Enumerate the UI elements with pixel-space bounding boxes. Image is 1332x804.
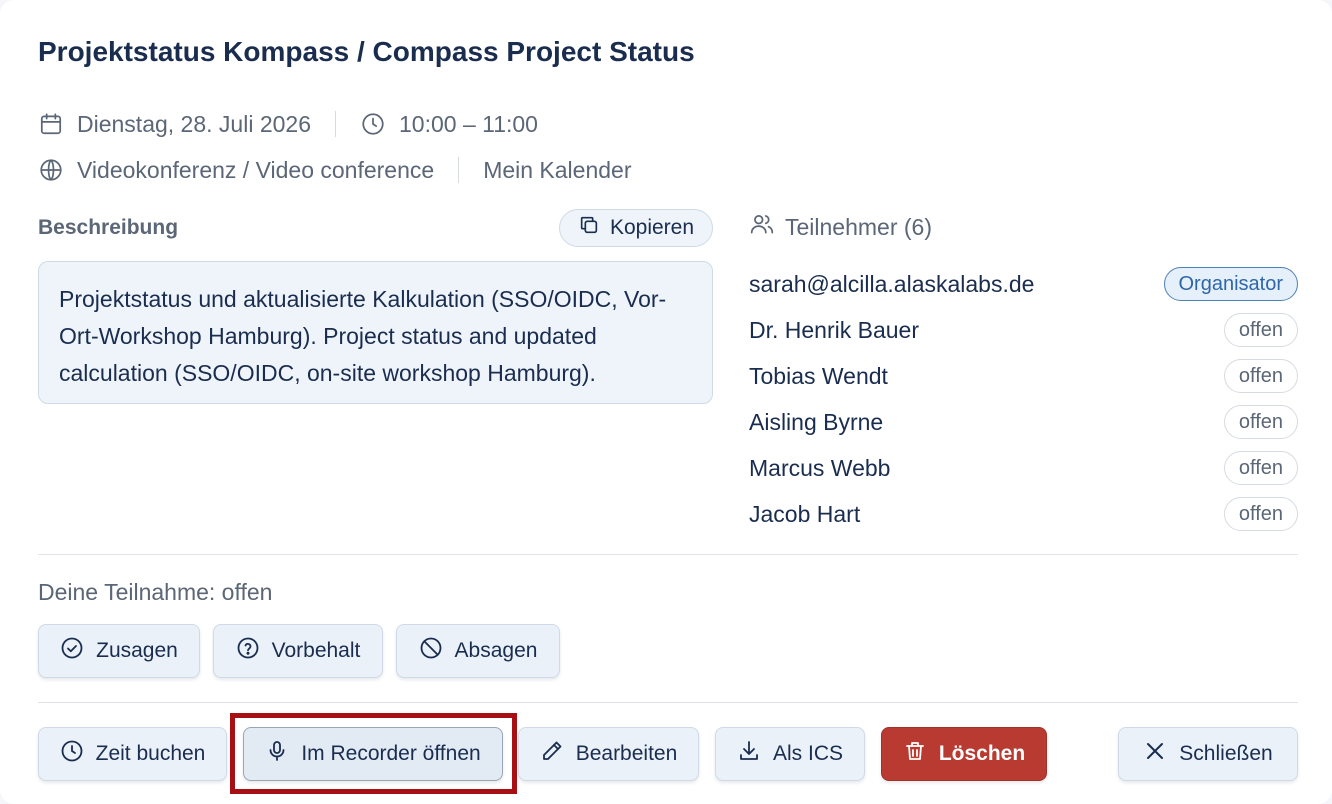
description-label: Beschreibung [38,216,179,239]
description-text: Projektstatus und aktualisierte Kalkulat… [38,261,713,404]
decline-label: Absagen [454,639,538,662]
clock-icon [60,739,84,769]
accept-button[interactable]: Zusagen [38,624,200,678]
participant-name: Aisling Byrne [749,408,884,435]
book-time-label: Zeit buchen [95,742,206,765]
download-icon [737,739,761,769]
event-date: Dienstag, 28. Juli 2026 [77,110,311,137]
close-button[interactable]: Schließen [1118,727,1298,781]
close-icon [1143,739,1167,769]
participant-row: Jacob Hart offen [749,495,1298,533]
separator [335,111,336,137]
trash-icon [903,739,927,769]
status-badge: offen [1223,313,1298,347]
close-label: Schließen [1179,742,1273,765]
copy-label: Kopieren [609,216,695,239]
delete-button[interactable]: Löschen [881,727,1047,781]
divider [38,702,1298,703]
participant-name: Tobias Wendt [749,362,888,389]
status-badge: offen [1223,359,1298,393]
ics-button[interactable]: Als ICS [715,727,865,781]
status-badge: offen [1223,405,1298,439]
participant-row: Marcus Webb offen [749,449,1298,487]
calendar-icon [38,111,64,137]
participant-name: sarah@alcilla.alaskalabs.de [749,270,1035,297]
question-circle-icon [236,636,260,666]
event-dialog: Projektstatus Kompass / Compass Project … [0,0,1332,804]
copy-button[interactable]: Kopieren [559,209,713,247]
participant-row: sarah@alcilla.alaskalabs.de Organisator [749,265,1298,303]
divider [38,554,1298,555]
status-badge: offen [1223,497,1298,531]
event-time: 10:00 – 11:00 [399,110,538,137]
participant-name: Jacob Hart [749,500,861,527]
participant-row: Dr. Henrik Bauer offen [749,311,1298,349]
rsvp-label: Deine Teilnahme: offen [38,579,273,605]
highlight-box [230,713,517,794]
participant-name: Marcus Webb [749,454,891,481]
participants-header: Teilnehmer (6) [749,211,932,243]
participant-name: Dr. Henrik Bauer [749,316,920,343]
check-circle-icon [60,636,84,666]
event-calendar: Mein Kalender [483,156,632,183]
event-title: Projektstatus Kompass / Compass Project … [38,36,695,67]
decline-button[interactable]: Absagen [396,624,560,678]
organizer-badge: Organisator [1163,267,1298,301]
status-badge: offen [1223,451,1298,485]
participants-count: Teilnehmer (6) [785,213,932,240]
edit-button[interactable]: Bearbeiten [518,727,699,781]
users-icon [749,211,775,243]
location-row: Videokonferenz / Video conference Mein K… [38,155,632,185]
date-time-row: Dienstag, 28. Juli 2026 10:00 – 11:00 [38,109,538,139]
ban-icon [419,636,443,666]
ics-label: Als ICS [772,742,843,765]
tentative-button[interactable]: Vorbehalt [213,624,383,678]
book-time-button[interactable]: Zeit buchen [38,727,227,781]
accept-label: Zusagen [96,639,178,662]
tentative-label: Vorbehalt [271,639,361,662]
participant-row: Tobias Wendt offen [749,357,1298,395]
edit-label: Bearbeiten [575,742,678,765]
event-location: Videokonferenz / Video conference [77,156,435,183]
participant-row: Aisling Byrne offen [749,403,1298,441]
delete-label: Löschen [938,742,1026,765]
clock-icon [360,111,386,137]
pencil-icon [540,739,564,769]
copy-icon [578,214,600,242]
globe-icon [38,157,64,183]
separator [458,157,460,183]
